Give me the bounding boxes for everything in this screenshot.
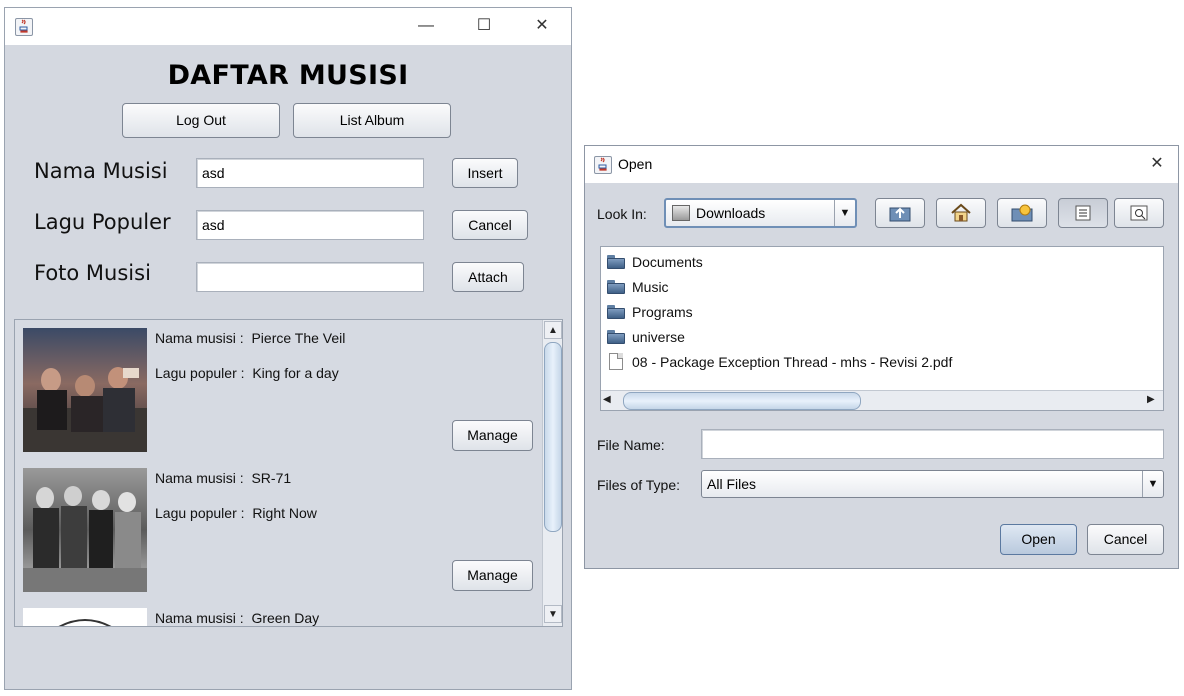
horizontal-scroll-thumb[interactable]	[623, 392, 861, 410]
nama-musisi-label: Nama Musisi	[34, 159, 168, 183]
foto-musisi-label: Foto Musisi	[34, 261, 151, 285]
musician-name-label: Nama musisi :	[155, 470, 244, 486]
musician-name-row: Nama musisi : SR-71	[155, 470, 291, 486]
dialog-close-button[interactable]: ✕	[1137, 149, 1177, 179]
manage-button[interactable]: Manage	[452, 560, 533, 591]
look-in-value: Downloads	[696, 205, 766, 221]
musician-song-label: Lagu populer :	[155, 505, 245, 521]
file-type-dropdown-arrow[interactable]: ▼	[1142, 471, 1163, 497]
musician-name: SR-71	[251, 470, 292, 486]
up-folder-icon	[889, 207, 911, 222]
document-icon	[609, 353, 623, 370]
list-view-button[interactable]	[1058, 198, 1108, 228]
maximize-button[interactable]: ☐	[464, 11, 504, 41]
logout-button[interactable]: Log Out	[122, 103, 280, 138]
musician-name-label: Nama musisi :	[155, 610, 244, 626]
file-name: Documents	[632, 253, 703, 270]
open-button[interactable]: Open	[1000, 524, 1077, 555]
scroll-right-arrow[interactable]: ▶	[1147, 394, 1155, 405]
musician-song: King for a day	[252, 365, 339, 381]
musician-name-row: Nama musisi : Green Day	[155, 610, 319, 626]
file-type-combo[interactable]: All Files ▼	[701, 470, 1164, 498]
musician-list-panel[interactable]: Nama musisi : Pierce The Veil Lagu popul…	[14, 319, 563, 627]
folder-icon	[607, 254, 625, 269]
java-icon	[15, 18, 33, 36]
scroll-left-arrow[interactable]: ◀	[603, 394, 611, 405]
file-list-item-universe[interactable]: universe	[601, 324, 1163, 349]
musician-photo	[23, 468, 147, 592]
attach-button[interactable]: Attach	[452, 262, 524, 292]
file-list-horizontal-scrollbar[interactable]: ◀ ▶	[601, 390, 1163, 410]
details-view-icon	[1130, 205, 1148, 221]
musician-song-row: Lagu populer : King for a day	[155, 365, 339, 381]
insert-button[interactable]: Insert	[452, 158, 518, 188]
file-name-field[interactable]	[701, 429, 1164, 459]
up-folder-button[interactable]	[875, 198, 925, 228]
musician-name: Pierce The Veil	[251, 330, 346, 346]
file-name-label: File Name:	[597, 437, 665, 453]
dialog-cancel-button[interactable]: Cancel	[1087, 524, 1164, 555]
musician-name: Green Day	[251, 610, 320, 626]
close-button[interactable]: ✕	[522, 11, 562, 41]
manage-button[interactable]: Manage	[452, 420, 533, 451]
lagu-populer-label: Lagu Populer	[34, 210, 171, 234]
file-list[interactable]: Documents Music Programs universe 08 - P…	[600, 246, 1164, 411]
file-name: Music	[632, 278, 669, 295]
main-titlebar: — ☐ ✕	[5, 8, 571, 45]
look-in-dropdown-arrow[interactable]: ▼	[834, 200, 855, 226]
page-title: DAFTAR MUSISI	[167, 60, 409, 91]
scroll-down-arrow[interactable]: ▼	[544, 605, 562, 623]
file-list-item-documents[interactable]: Documents	[601, 249, 1163, 274]
file-list-item-pdf[interactable]: 08 - Package Exception Thread - mhs - Re…	[601, 349, 1163, 374]
dialog-title: Open	[618, 156, 653, 172]
lagu-populer-field[interactable]: asd	[196, 210, 424, 240]
java-icon	[594, 156, 612, 174]
file-name: universe	[632, 328, 685, 345]
musician-photo	[23, 328, 147, 452]
musician-name-row: Nama musisi : Pierce The Veil	[155, 330, 345, 346]
new-folder-button[interactable]	[997, 198, 1047, 228]
file-list-item-programs[interactable]: Programs	[601, 299, 1163, 324]
folder-icon	[607, 279, 625, 294]
look-in-combo[interactable]: Downloads ▼	[664, 198, 857, 228]
dialog-titlebar: Open ✕	[585, 146, 1178, 183]
file-name: 08 - Package Exception Thread - mhs - Re…	[632, 353, 953, 370]
file-name: Programs	[632, 303, 693, 320]
musician-name-label: Nama musisi :	[155, 330, 244, 346]
open-file-dialog: Open ✕ Look In: Downloads ▼ Documents Mu…	[584, 145, 1179, 569]
file-type-label: Files of Type:	[597, 477, 681, 493]
scroll-thumb[interactable]	[544, 342, 562, 532]
foto-musisi-field[interactable]	[196, 262, 424, 292]
look-in-label: Look In:	[597, 206, 647, 222]
nama-musisi-field[interactable]: asd	[196, 158, 424, 188]
folder-icon	[607, 304, 625, 319]
daftar-musisi-window: — ☐ ✕ DAFTAR MUSISI Log Out List Album N…	[4, 7, 572, 690]
file-type-value: All Files	[707, 476, 757, 492]
file-list-item-music[interactable]: Music	[601, 274, 1163, 299]
list-view-icon	[1075, 205, 1091, 221]
musician-song: Right Now	[252, 505, 317, 521]
scroll-up-arrow[interactable]: ▲	[544, 321, 562, 339]
minimize-button[interactable]: —	[406, 11, 446, 41]
list-album-button[interactable]: List Album	[293, 103, 451, 138]
new-folder-icon	[1011, 204, 1033, 222]
list-vertical-scrollbar[interactable]: ▲ ▼	[542, 320, 562, 626]
home-icon	[951, 203, 971, 222]
cancel-button[interactable]: Cancel	[452, 210, 528, 240]
musician-photo	[23, 608, 147, 626]
drive-icon	[672, 205, 690, 221]
home-button[interactable]	[936, 198, 986, 228]
musician-song-label: Lagu populer :	[155, 365, 245, 381]
musician-song-row: Lagu populer : Right Now	[155, 505, 317, 521]
folder-icon	[607, 329, 625, 344]
details-view-button[interactable]	[1114, 198, 1164, 228]
